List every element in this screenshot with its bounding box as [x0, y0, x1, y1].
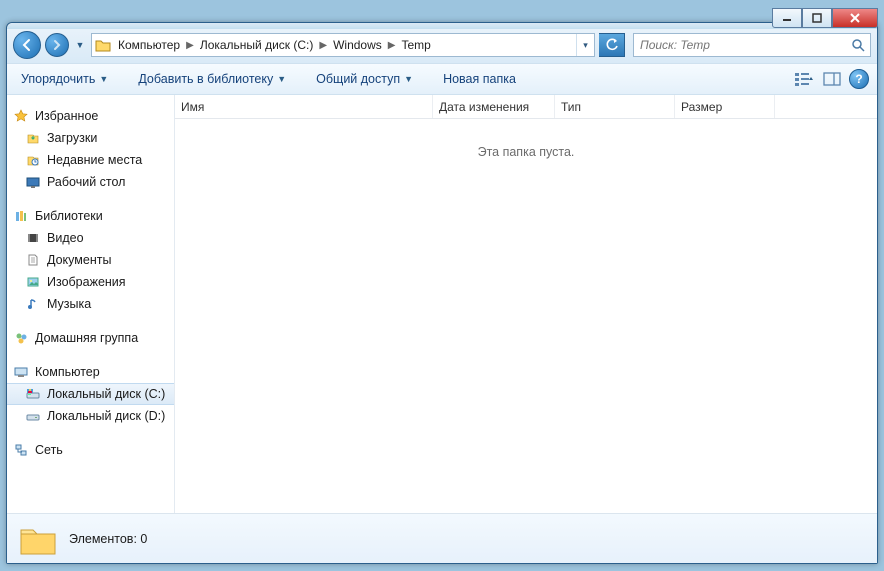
chevron-down-icon: ▼: [404, 74, 413, 84]
toolbar-label: Новая папка: [443, 72, 516, 86]
file-list-pane[interactable]: Имя Дата изменения Тип Размер Эта папка …: [175, 95, 877, 513]
close-button[interactable]: [832, 8, 878, 28]
chevron-down-icon: ▼: [277, 74, 286, 84]
window-controls: [772, 8, 878, 28]
chevron-down-icon: ▼: [99, 74, 108, 84]
chevron-right-icon[interactable]: ▶: [184, 40, 196, 51]
minimize-button[interactable]: [772, 8, 802, 28]
desktop-icon: [25, 174, 41, 190]
libraries-group: Библиотеки Видео Документы Изображения М…: [7, 205, 174, 315]
tree-label: Недавние места: [47, 153, 142, 167]
new-folder-button[interactable]: Новая папка: [437, 69, 522, 89]
column-header-date[interactable]: Дата изменения: [433, 95, 555, 118]
organize-button[interactable]: Упорядочить ▼: [15, 69, 114, 89]
tree-label: Музыка: [47, 297, 91, 311]
breadcrumb-segment[interactable]: Локальный диск (C:): [196, 34, 318, 56]
status-text: Элементов: 0: [69, 532, 147, 546]
history-dropdown[interactable]: ▼: [73, 33, 87, 57]
empty-folder-message: Эта папка пуста.: [175, 119, 877, 159]
breadcrumb-segment[interactable]: Компьютер: [114, 34, 184, 56]
tree-label: Домашняя группа: [35, 331, 138, 345]
recent-icon: [25, 152, 41, 168]
tree-label: Локальный диск (D:): [47, 409, 165, 423]
sidebar-item-video[interactable]: Видео: [7, 227, 174, 249]
tree-label: Изображения: [47, 275, 126, 289]
download-icon: [25, 130, 41, 146]
sidebar-item-desktop[interactable]: Рабочий стол: [7, 171, 174, 193]
sidebar-item-drive-c[interactable]: Локальный диск (C:): [7, 383, 174, 405]
search-icon[interactable]: [846, 38, 870, 52]
view-options-button[interactable]: [793, 68, 815, 90]
tree-label: Компьютер: [35, 365, 100, 379]
breadcrumb-segment[interactable]: Temp: [397, 34, 434, 56]
star-icon: [13, 108, 29, 124]
tree-label: Документы: [47, 253, 111, 267]
homegroup-icon: [13, 330, 29, 346]
computer-icon: [13, 364, 29, 380]
favorites-root[interactable]: Избранное: [7, 105, 174, 127]
picture-icon: [25, 274, 41, 290]
include-in-library-button[interactable]: Добавить в библиотеку ▼: [132, 69, 292, 89]
tree-label: Избранное: [35, 109, 98, 123]
music-icon: [25, 296, 41, 312]
content-area: Избранное Загрузки Недавние места Рабочи…: [7, 95, 877, 513]
sidebar-item-documents[interactable]: Документы: [7, 249, 174, 271]
network-group: Сеть: [7, 439, 174, 461]
homegroup-group: Домашняя группа: [7, 327, 174, 349]
breadcrumb-segment[interactable]: Windows: [329, 34, 386, 56]
search-box[interactable]: [633, 33, 871, 57]
sidebar-item-downloads[interactable]: Загрузки: [7, 127, 174, 149]
drive-icon: [25, 386, 41, 402]
library-icon: [13, 208, 29, 224]
tree-label: Библиотеки: [35, 209, 103, 223]
toolbar-label: Общий доступ: [316, 72, 400, 86]
explorer-window: ▼ Компьютер ▶ Локальный диск (C:) ▶ Wind…: [6, 22, 878, 564]
network-icon: [13, 442, 29, 458]
sidebar-item-music[interactable]: Музыка: [7, 293, 174, 315]
toolbar-label: Добавить в библиотеку: [138, 72, 273, 86]
column-header-name[interactable]: Имя: [175, 95, 433, 118]
address-bar[interactable]: Компьютер ▶ Локальный диск (C:) ▶ Window…: [91, 33, 595, 57]
help-button[interactable]: ?: [849, 69, 869, 89]
search-input[interactable]: [634, 38, 846, 52]
drive-icon: [25, 408, 41, 424]
favorites-group: Избранное Загрузки Недавние места Рабочи…: [7, 105, 174, 193]
forward-button[interactable]: [45, 33, 69, 57]
share-button[interactable]: Общий доступ ▼: [310, 69, 419, 89]
address-dropdown[interactable]: ▾: [576, 34, 594, 56]
tree-label: Видео: [47, 231, 84, 245]
tree-label: Сеть: [35, 443, 63, 457]
document-icon: [25, 252, 41, 268]
preview-pane-button[interactable]: [821, 68, 843, 90]
address-bar-row: ▼ Компьютер ▶ Локальный диск (C:) ▶ Wind…: [7, 29, 877, 63]
tree-label: Загрузки: [47, 131, 97, 145]
network-root[interactable]: Сеть: [7, 439, 174, 461]
column-header-type[interactable]: Тип: [555, 95, 675, 118]
chevron-right-icon[interactable]: ▶: [386, 40, 398, 51]
homegroup-root[interactable]: Домашняя группа: [7, 327, 174, 349]
maximize-button[interactable]: [802, 8, 832, 28]
back-button[interactable]: [13, 31, 41, 59]
video-icon: [25, 230, 41, 246]
toolbar: Упорядочить ▼ Добавить в библиотеку ▼ Об…: [7, 63, 877, 95]
chevron-right-icon[interactable]: ▶: [317, 40, 329, 51]
tree-label: Рабочий стол: [47, 175, 125, 189]
navigation-pane[interactable]: Избранное Загрузки Недавние места Рабочи…: [7, 95, 175, 513]
column-headers: Имя Дата изменения Тип Размер: [175, 95, 877, 119]
column-header-size[interactable]: Размер: [675, 95, 775, 118]
libraries-root[interactable]: Библиотеки: [7, 205, 174, 227]
folder-icon: [92, 38, 114, 52]
computer-root[interactable]: Компьютер: [7, 361, 174, 383]
toolbar-label: Упорядочить: [21, 72, 95, 86]
sidebar-item-recent[interactable]: Недавние места: [7, 149, 174, 171]
computer-group: Компьютер Локальный диск (C:) Локальный …: [7, 361, 174, 427]
sidebar-item-pictures[interactable]: Изображения: [7, 271, 174, 293]
sidebar-item-drive-d[interactable]: Локальный диск (D:): [7, 405, 174, 427]
refresh-button[interactable]: [599, 33, 625, 57]
status-bar: Элементов: 0: [7, 513, 877, 563]
folder-icon: [17, 518, 59, 560]
tree-label: Локальный диск (C:): [47, 387, 165, 401]
